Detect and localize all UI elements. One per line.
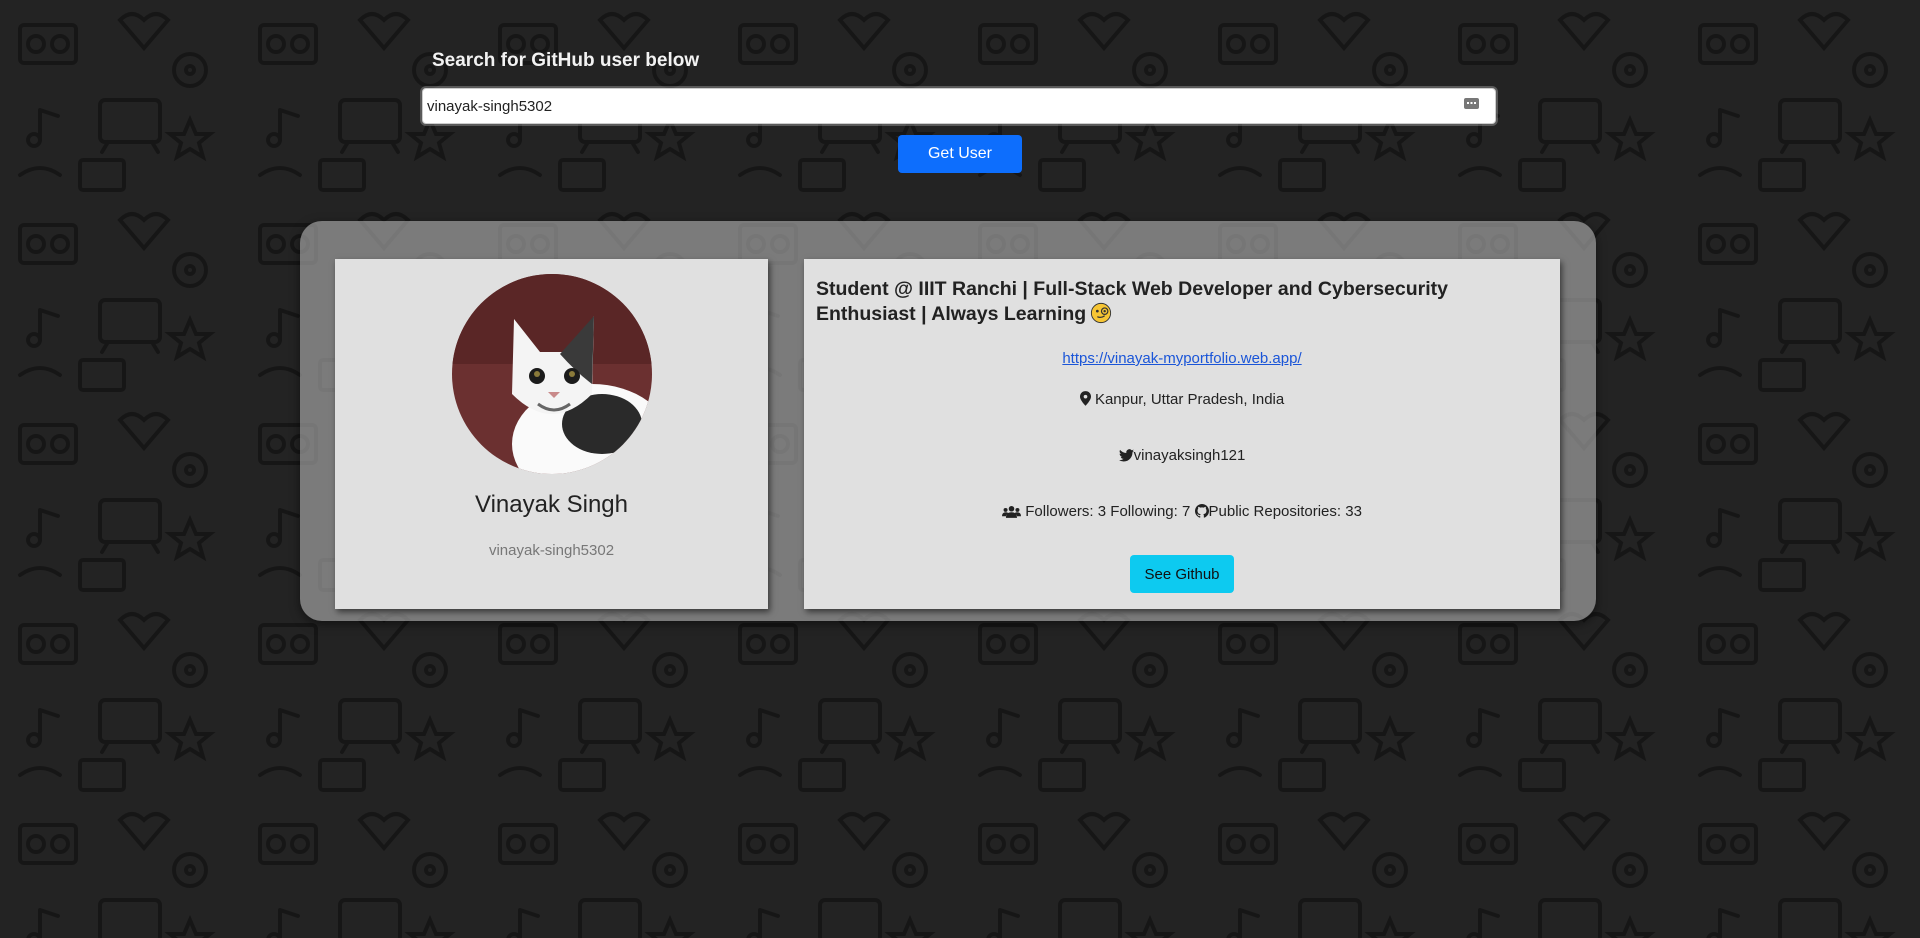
public-repos-count: Public Repositories: 33 <box>1208 503 1362 520</box>
avatar <box>452 274 652 474</box>
profile-login: vinayak-singh5302 <box>488 542 615 559</box>
website-link[interactable]: https://vinayak-myportfolio.web.app/ <box>1062 350 1301 367</box>
users-icon <box>1002 505 1022 518</box>
see-github-button[interactable]: See Github <box>1130 555 1234 593</box>
search-field[interactable] <box>422 88 1496 124</box>
twitter-icon <box>1118 449 1134 462</box>
twitter-row: vinayaksingh121 <box>804 447 1560 464</box>
get-user-button[interactable]: Get User <box>898 135 1022 173</box>
profile-card: Vinayak Singh vinayak-singh5302 <box>335 259 768 609</box>
bio: Student @ IIIT Ranchi | Full-Stack Web D… <box>816 277 1551 327</box>
search-input[interactable] <box>427 89 1427 123</box>
following-count: Following: 7 <box>1110 503 1191 520</box>
monocle-face-emoji-icon <box>1091 302 1112 324</box>
website-link-row: https://vinayak-myportfolio.web.app/ <box>804 350 1560 367</box>
search-title: Search for GitHub user below <box>432 50 700 71</box>
twitter-handle: vinayaksingh121 <box>1133 447 1246 464</box>
map-pin-icon <box>1079 391 1091 406</box>
location-text: Kanpur, Uttar Pradesh, India <box>1094 391 1285 408</box>
keyboard-icon <box>1464 98 1479 109</box>
location-row: Kanpur, Uttar Pradesh, India <box>804 391 1560 408</box>
followers-count: Followers: 3 <box>1025 503 1107 520</box>
profile-name: Vinayak Singh <box>475 491 628 518</box>
stats-row: Followers: 3 Following: 7 Public Reposit… <box>804 503 1560 520</box>
details-card: Student @ IIIT Ranchi | Full-Stack Web D… <box>804 259 1560 609</box>
bio-text: Student @ IIIT Ranchi | Full-Stack Web D… <box>816 278 1448 325</box>
github-icon <box>1194 504 1209 518</box>
